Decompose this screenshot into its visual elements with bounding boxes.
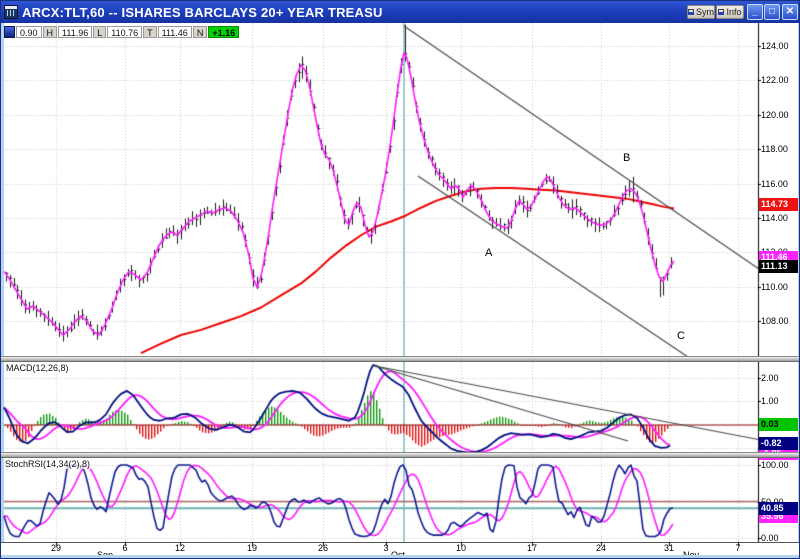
window-title: ARCX:TLT,60 -- ISHARES BARCLAYS 20+ YEAR… xyxy=(22,5,383,20)
quote-icon xyxy=(4,26,15,38)
price-badge: 114.73 xyxy=(759,198,798,211)
quote-net-label: N xyxy=(193,26,208,38)
quote-low-label: L xyxy=(93,26,106,38)
panel-separator-2[interactable] xyxy=(1,452,800,458)
price-badge: 0.03 xyxy=(759,418,798,431)
chart-canvas[interactable] xyxy=(1,1,800,559)
annotation-b: B xyxy=(623,152,630,164)
quote-bar: 0.90 H 111.96 L 110.76 T 111.46 N +1.16 xyxy=(4,26,239,38)
quote-net-change: +1.16 xyxy=(208,26,239,38)
quote-last-value: 111.46 xyxy=(158,26,192,38)
price-badge: -0.82 xyxy=(759,437,798,450)
minimize-icon: _ xyxy=(752,7,758,17)
chart-window: ARCX:TLT,60 -- ISHARES BARCLAYS 20+ YEAR… xyxy=(0,0,800,559)
title-bar[interactable]: ARCX:TLT,60 -- ISHARES BARCLAYS 20+ YEAR… xyxy=(1,1,800,23)
maximize-icon: □ xyxy=(769,7,775,17)
bottom-strip xyxy=(1,555,800,559)
quote-open-value: 0.90 xyxy=(16,26,42,38)
sym-button-icon xyxy=(688,9,694,15)
stoch-label: StochRSI(14,34(2),8) xyxy=(4,459,91,469)
quote-last-label: T xyxy=(143,26,157,38)
info-button-icon xyxy=(718,9,724,15)
annotation-c: C xyxy=(677,330,685,342)
panel-separator-1[interactable] xyxy=(1,356,800,362)
minimize-button[interactable]: _ xyxy=(747,4,763,20)
quote-low-value: 110.76 xyxy=(107,26,142,38)
close-button[interactable]: ✕ xyxy=(782,4,798,20)
info-button-label: Info xyxy=(726,7,741,17)
close-icon: ✕ xyxy=(786,7,794,17)
sym-button[interactable]: Sym xyxy=(687,5,715,19)
quote-high-label: H xyxy=(43,26,58,38)
price-badge: 40.85 xyxy=(759,502,798,515)
maximize-button[interactable]: □ xyxy=(764,4,780,20)
sym-button-label: Sym xyxy=(696,7,714,17)
quote-high-value: 111.96 xyxy=(58,26,92,38)
price-badge: 111.13 xyxy=(759,260,798,273)
app-icon xyxy=(4,5,18,19)
macd-label: MACD(12,26,8) xyxy=(5,363,70,373)
info-button[interactable]: Info xyxy=(716,5,744,19)
annotation-a: A xyxy=(485,247,492,259)
